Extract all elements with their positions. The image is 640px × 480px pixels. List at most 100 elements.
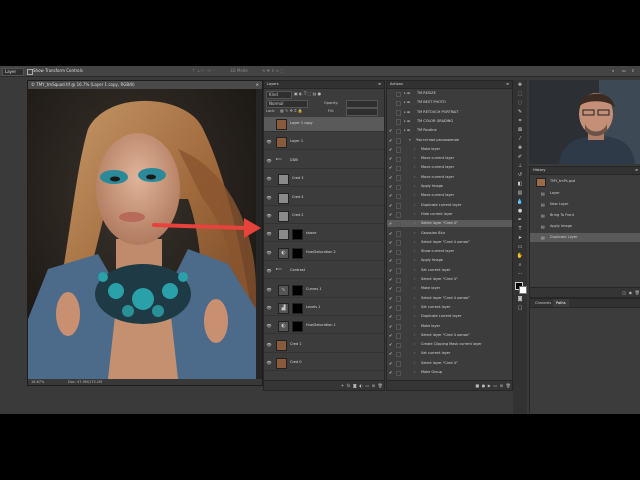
document-tab[interactable]: © TMY_tmSquad.tif @ 16.7% (Layer 1 copy,…	[28, 81, 262, 89]
dialog-toggle-box[interactable]	[396, 324, 401, 330]
dialog-toggle-box[interactable]	[396, 212, 401, 218]
dialog-toggle-box[interactable]	[396, 342, 401, 349]
history-state-row[interactable]: ▤ Apply Image	[530, 222, 640, 231]
action-set-row[interactable]: ✔ ▸ ▬ TM Routine	[387, 127, 512, 135]
visibility-eye-icon[interactable]: 👁	[266, 176, 272, 181]
action-step-row[interactable]: ✔ › Duplicate current layer	[387, 202, 512, 209]
record-icon[interactable]: ●	[482, 383, 486, 388]
expand-chevron-icon[interactable]: ›	[414, 202, 415, 209]
filter-kind-dropdown[interactable]: Kind	[266, 91, 292, 99]
action-step-row[interactable]: ✔ › Duplicate current layer	[387, 313, 512, 321]
action-toggle-checkbox[interactable]: ✔	[389, 361, 392, 366]
action-toggle-checkbox[interactable]: ✔	[389, 296, 392, 301]
dialog-toggle-box[interactable]	[396, 258, 401, 265]
action-toggle-checkbox[interactable]: ✔	[389, 342, 392, 347]
healing-tool-icon[interactable]: ✚	[516, 145, 524, 152]
gradient-tool-icon[interactable]: ▥	[516, 190, 524, 197]
expand-chevron-icon[interactable]: ›	[414, 304, 415, 311]
new-set-icon[interactable]: ▭	[493, 383, 497, 388]
layer-row[interactable]: 👁 ▟ Levels 1	[264, 301, 384, 316]
visibility-eye-icon[interactable]: 👁	[266, 287, 272, 292]
action-step-row[interactable]: ✔ › Move current layer	[387, 164, 512, 172]
visibility-eye-icon[interactable]: 👁	[266, 360, 272, 365]
snapshot-icon[interactable]: ◉	[629, 290, 633, 295]
action-step-row[interactable]: ✔ › Apply Image	[387, 183, 512, 190]
dialog-toggle-box[interactable]	[396, 203, 401, 209]
expand-chevron-icon[interactable]: ›	[414, 146, 415, 153]
visibility-eye-icon[interactable]: 👁	[266, 305, 272, 310]
dialog-toggle-box[interactable]	[396, 165, 401, 172]
layer-mask-thumbnail[interactable]	[292, 229, 303, 241]
action-toggle-checkbox[interactable]: ✔	[389, 268, 392, 273]
share-icon[interactable]: ⇧	[631, 68, 634, 74]
link-layers-icon[interactable]: ⚭	[341, 383, 344, 388]
expand-chevron-icon[interactable]: ▾	[409, 137, 411, 144]
layer-mask-thumbnail[interactable]	[292, 321, 303, 333]
visibility-eye-icon[interactable]: 👁	[266, 213, 272, 218]
dialog-toggle-box[interactable]	[396, 91, 401, 97]
action-toggle-checkbox[interactable]: ✔	[389, 277, 392, 282]
delete-layer-icon[interactable]: 🗑	[378, 383, 383, 388]
background-color-swatch[interactable]	[519, 286, 527, 294]
visibility-eye-icon[interactable]: 👁	[266, 268, 272, 273]
zoom-level[interactable]: 16.67%	[28, 380, 44, 384]
history-brush-tool-icon[interactable]: ↺	[516, 172, 524, 179]
action-toggle-checkbox[interactable]: ✔	[389, 156, 392, 161]
dialog-toggle-box[interactable]	[396, 193, 401, 200]
action-step-row[interactable]: ✔ › Make layer	[387, 285, 512, 293]
action-step-row[interactable]: ✔ › Make Group	[387, 369, 512, 376]
action-toggle-checkbox[interactable]: ✔	[389, 138, 392, 143]
hand-tool-icon[interactable]: ✋	[516, 253, 524, 260]
dialog-toggle-box[interactable]	[396, 277, 401, 283]
action-step-row[interactable]: ✔ › Create Clipping Mask current layer	[387, 341, 512, 349]
action-toggle-checkbox[interactable]: ✔	[389, 193, 392, 198]
visibility-eye-icon[interactable]	[266, 121, 272, 126]
action-step-row[interactable]: ✔ › Set current layer	[387, 304, 512, 311]
layer-row[interactable]: 👁 Cred 4	[264, 191, 384, 206]
action-toggle-checkbox[interactable]: ✔	[389, 128, 392, 133]
visibility-eye-icon[interactable]: 👁	[266, 342, 272, 347]
type-tool-icon[interactable]: T	[516, 226, 524, 233]
actions-panel-header[interactable]: Actions ≡	[387, 81, 512, 89]
auto-select-dropdown[interactable]: Layer	[2, 68, 24, 76]
layer-mask-thumbnail[interactable]	[292, 284, 303, 296]
layer-row[interactable]: 👁 Cred 1	[264, 338, 384, 353]
dialog-toggle-box[interactable]	[396, 128, 401, 135]
expand-chevron-icon[interactable]: ›	[414, 230, 415, 237]
layer-row[interactable]: 👁 ∿ Curves 1	[264, 283, 384, 298]
close-document-icon[interactable]: ✕	[256, 81, 259, 89]
expand-chevron-icon[interactable]: ›	[414, 192, 415, 199]
workspace-icon[interactable]: ▭	[622, 68, 626, 74]
dialog-toggle-box[interactable]	[396, 305, 401, 311]
action-step-row[interactable]: ✔ › Move current layer	[387, 155, 512, 163]
lasso-tool-icon[interactable]: ◌	[516, 100, 524, 107]
action-toggle-checkbox[interactable]: ✔	[389, 249, 392, 254]
action-step-row[interactable]: ✔ › Show current layer	[387, 248, 512, 256]
action-step-row[interactable]: ✔ › Make layer	[387, 323, 512, 330]
visibility-eye-icon[interactable]: 👁	[266, 250, 272, 255]
dialog-toggle-box[interactable]	[396, 110, 401, 116]
expand-chevron-icon[interactable]: ›	[414, 164, 415, 171]
action-step-row[interactable]: ✔ › Hide current layer	[387, 211, 512, 218]
expand-chevron-icon[interactable]: ›	[414, 267, 415, 274]
history-menu-icon[interactable]: ≡	[635, 167, 638, 174]
expand-chevron-icon[interactable]: ›	[414, 183, 415, 190]
layer-mask-thumbnail[interactable]	[292, 247, 303, 259]
action-set-row[interactable]: ▸ ▬ TM RETOUCH PORTRAIT	[387, 109, 512, 116]
eyedropper-tool-icon[interactable]: ⁄	[516, 136, 524, 143]
expand-chevron-icon[interactable]: ›	[414, 295, 415, 302]
expand-chevron-icon[interactable]: ›	[414, 174, 415, 181]
layer-row[interactable]: 👁 ◐ Hue/Saturation 2	[264, 246, 384, 261]
expand-chevron-icon[interactable]: ›	[414, 257, 415, 264]
history-snapshot-row[interactable]: TMY_tmPs.psd	[530, 177, 640, 187]
quick-mask-icon[interactable]: ◙	[516, 296, 524, 303]
lock-icons[interactable]: ▦ ✎ ✥ ⌗ 🔒	[280, 108, 303, 113]
dialog-toggle-box[interactable]	[396, 147, 401, 153]
search-icon[interactable]: ⌕	[612, 68, 614, 74]
dialog-toggle-box[interactable]	[396, 268, 401, 274]
action-step-row[interactable]: ✔ › Apply Image	[387, 257, 512, 265]
action-step-row[interactable]: ✔ › Set current layer	[387, 267, 512, 274]
expand-chevron-icon[interactable]: ▸ ▬	[404, 99, 410, 106]
layer-row[interactable]: 👁 Cred 3	[264, 172, 384, 188]
stamp-tool-icon[interactable]: ⊥	[516, 163, 524, 170]
